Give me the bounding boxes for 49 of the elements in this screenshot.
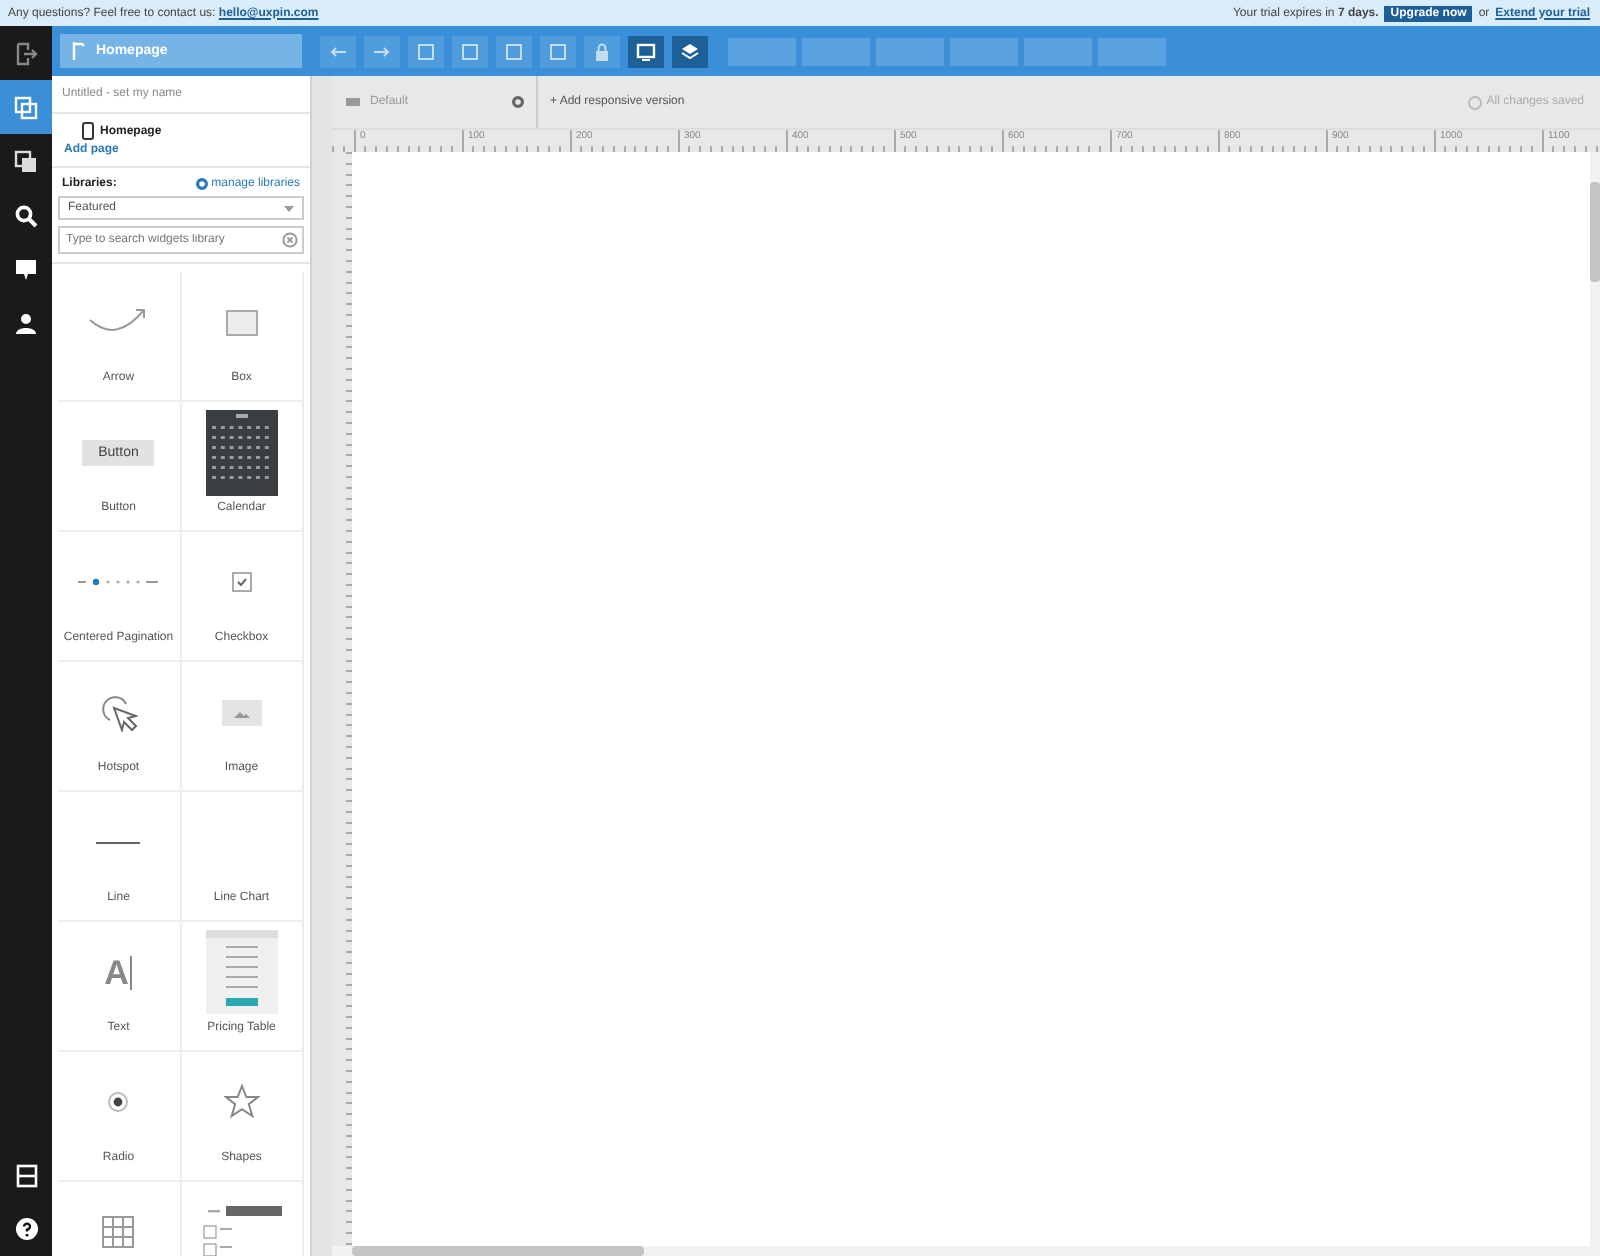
check-icon [1468, 95, 1483, 109]
desktop-icon [346, 97, 360, 107]
dimension-field[interactable] [802, 37, 870, 65]
pricing-table-drawing [205, 930, 278, 1014]
star-icon [223, 1084, 260, 1120]
box-icon [225, 309, 258, 335]
scrollbar-thumb[interactable] [1590, 182, 1600, 282]
user-icon [14, 311, 38, 335]
dimension-field[interactable] [1024, 37, 1092, 65]
text-preview: A [104, 955, 133, 989]
lock-icon [592, 41, 612, 61]
search-icon [14, 203, 38, 227]
toolbar-button[interactable] [672, 35, 708, 67]
scrollbar-thumb[interactable] [352, 1246, 644, 1256]
table-icon [102, 1216, 135, 1248]
pages-icon [14, 95, 38, 119]
layers-icon [680, 41, 700, 61]
arrow-icon [88, 308, 149, 336]
calendar-icon [205, 409, 278, 495]
dimension-field[interactable] [876, 37, 944, 65]
line-icon [96, 841, 141, 843]
dimension-field[interactable] [1098, 37, 1166, 65]
clear-icon [282, 232, 298, 248]
cursor-icon [98, 692, 139, 732]
form-drawing [201, 1206, 282, 1256]
phone-icon [82, 122, 94, 140]
square-icon [504, 41, 524, 61]
layout-icon [15, 1163, 37, 1187]
toolbar-button[interactable] [628, 35, 664, 67]
dimension-field[interactable] [950, 37, 1018, 65]
square-icon [548, 41, 568, 61]
gear-icon [512, 96, 524, 108]
comment-icon [14, 257, 38, 281]
help-icon [15, 1218, 37, 1240]
square-icon [460, 41, 480, 61]
caret-icon [284, 205, 294, 211]
gear-icon [195, 178, 208, 190]
left-arrow-icon [328, 41, 348, 61]
exit-icon [14, 41, 38, 65]
image-icon [221, 699, 262, 725]
monitor-icon [636, 41, 656, 61]
square-icon [416, 41, 436, 61]
checkbox-icon [231, 572, 252, 592]
pagination-icon [78, 578, 159, 586]
right-arrow-icon [372, 41, 392, 61]
dimension-field[interactable] [728, 37, 796, 65]
radio-icon [108, 1092, 129, 1112]
copy-icon [14, 149, 38, 173]
page-icon [72, 42, 86, 60]
